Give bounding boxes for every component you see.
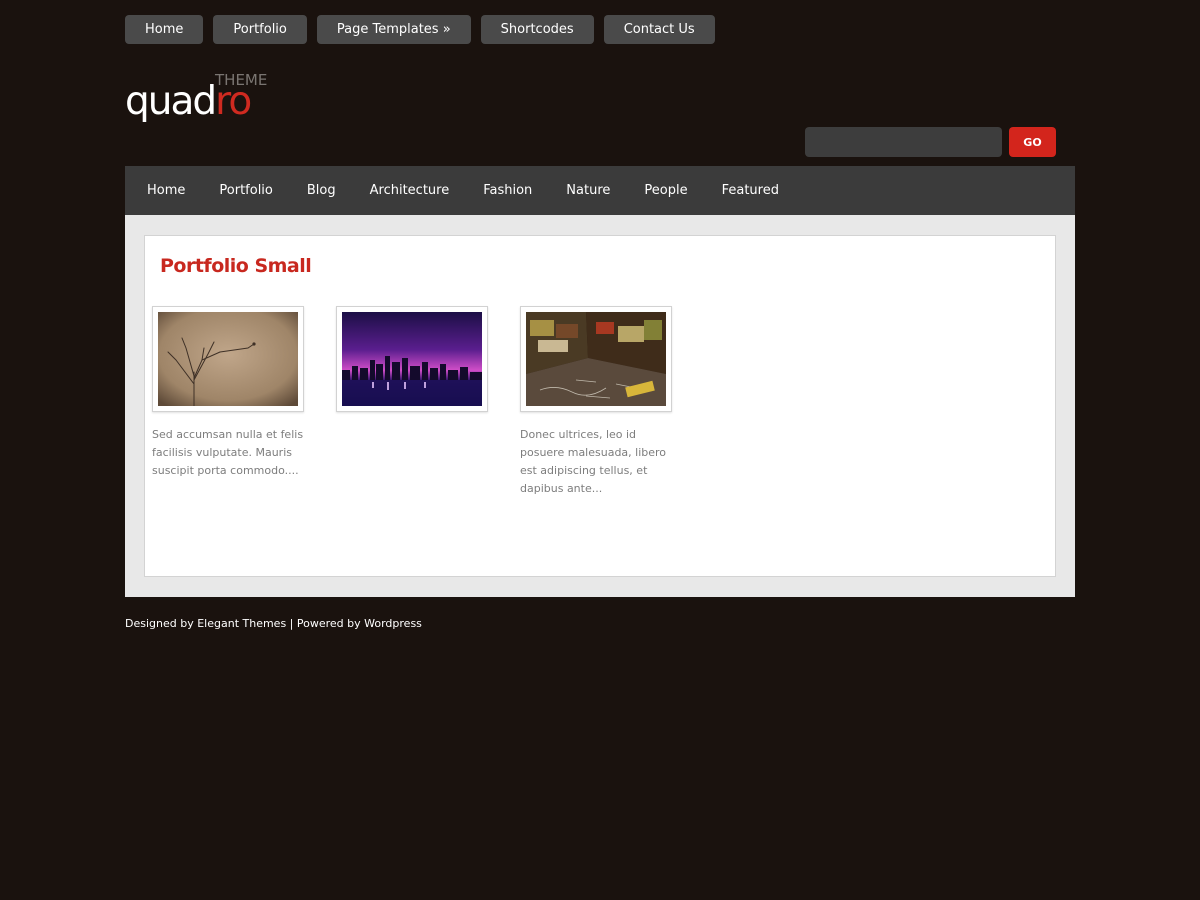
main-nav-featured[interactable]: Featured (722, 183, 779, 198)
main-nav: Home Portfolio Blog Architecture Fashion… (125, 166, 1075, 215)
top-nav-portfolio-button[interactable]: Portfolio (213, 15, 307, 44)
portfolio-thumbnail-link[interactable] (152, 306, 304, 412)
site-logo[interactable]: THEME quadro (125, 70, 275, 130)
footer-powered-prefix: Powered by (296, 617, 365, 630)
top-nav-contact-button[interactable]: Contact Us (603, 15, 715, 44)
portfolio-item: Donec ultrices, leo id posuere malesuada… (520, 306, 680, 498)
content-wrapper: Portfolio Small Sed accumsan nulla et fe… (125, 215, 1075, 597)
footer-wordpress-link[interactable]: Wordpress (364, 617, 422, 630)
top-nav-page-templates-button[interactable]: Page Templates » (316, 15, 471, 44)
main-nav-portfolio[interactable]: Portfolio (219, 183, 272, 198)
logo-main-accent: ro (215, 79, 252, 124)
main-nav-nature[interactable]: Nature (566, 183, 610, 198)
top-nav: Home Portfolio Page Templates » Shortcod… (125, 15, 715, 44)
logo-main-white: quad (125, 79, 217, 124)
footer-separator: | (286, 617, 297, 630)
portfolio-thumbnail-link[interactable] (520, 306, 672, 412)
main-nav-fashion[interactable]: Fashion (483, 183, 532, 198)
top-nav-home-button[interactable]: Home (125, 15, 204, 44)
footer: Designed by Elegant Themes | Powered by … (125, 617, 422, 630)
night-city-skyline-image (342, 312, 482, 406)
bare-tree-image (158, 312, 298, 406)
portfolio-description: Donec ultrices, leo id posuere malesuada… (520, 428, 667, 495)
logo-main-text: quadro (125, 78, 252, 126)
search-input[interactable] (805, 127, 1002, 157)
portfolio-item (336, 306, 496, 426)
main-nav-people[interactable]: People (644, 183, 687, 198)
main-nav-home[interactable]: Home (147, 183, 185, 198)
graffiti-room-image (526, 312, 666, 406)
main-nav-architecture[interactable]: Architecture (370, 183, 450, 198)
page-title: Portfolio Small (160, 255, 312, 277)
search-go-button[interactable]: GO (1009, 127, 1056, 157)
footer-designed-prefix: Designed by (125, 617, 198, 630)
portfolio-item: Sed accumsan nulla et felis facilisis vu… (152, 306, 312, 480)
top-nav-shortcodes-button[interactable]: Shortcodes (480, 15, 594, 44)
main-nav-blog[interactable]: Blog (307, 183, 336, 198)
portfolio-description: Sed accumsan nulla et felis facilisis vu… (152, 428, 304, 477)
portfolio-thumbnail-link[interactable] (336, 306, 488, 412)
content-panel: Portfolio Small Sed accumsan nulla et fe… (144, 235, 1056, 577)
footer-elegant-themes-link[interactable]: Elegant Themes (197, 617, 286, 630)
